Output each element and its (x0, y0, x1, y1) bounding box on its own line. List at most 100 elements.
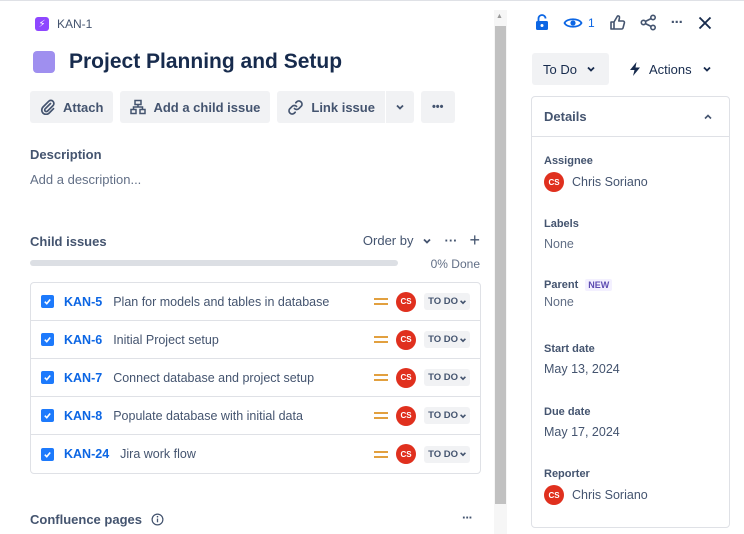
table-row[interactable]: KAN-5 Plan for models and tables in datab… (31, 283, 480, 321)
child-issue-summary[interactable]: Plan for models and tables in database (113, 295, 374, 309)
breadcrumb: ⚡ KAN-1 (35, 17, 92, 31)
more-options-button[interactable]: ··· (671, 14, 684, 31)
page-title[interactable]: Project Planning and Setup (69, 50, 342, 74)
issue-key-link[interactable]: KAN-1 (57, 17, 92, 31)
assignee-value[interactable]: CS Chris Soriano (544, 172, 648, 192)
confluence-label: Confluence pages (30, 512, 142, 527)
status-dropdown-button[interactable]: To Do (532, 53, 609, 85)
thumbs-up-icon[interactable] (609, 14, 626, 31)
start-date-field: Start date May 13, 2024 (544, 343, 620, 376)
child-issue-summary[interactable]: Jira work flow (120, 447, 374, 461)
assignee-name: Chris Soriano (572, 175, 648, 189)
progress-text: 0% Done (430, 257, 480, 271)
status-dropdown[interactable]: TO DO (424, 293, 470, 310)
parent-label: Parent (544, 279, 579, 291)
due-date-label: Due date (544, 406, 591, 418)
link-issue-dropdown-button[interactable] (385, 91, 414, 123)
due-date-field: Due date May 17, 2024 (544, 406, 620, 439)
details-heading: Details (544, 109, 587, 124)
avatar[interactable]: CS (396, 367, 417, 388)
order-by-button[interactable]: Order by (363, 233, 433, 248)
lock-icon[interactable] (535, 14, 549, 31)
child-issue-key[interactable]: KAN-6 (64, 333, 102, 347)
actions-dropdown-button[interactable]: Actions (628, 53, 712, 85)
actions-label: Actions (649, 61, 692, 77)
chevron-down-icon (460, 337, 466, 342)
attach-label: Attach (63, 99, 104, 115)
chevron-down-icon (460, 413, 466, 418)
avatar[interactable]: CS (396, 291, 417, 312)
scrollbar-thumb[interactable] (495, 26, 506, 504)
child-issue-summary[interactable]: Connect database and project setup (113, 371, 374, 385)
child-issue-key[interactable]: KAN-8 (64, 409, 102, 423)
child-issue-summary[interactable]: Initial Project setup (113, 333, 374, 347)
start-date-label: Start date (544, 343, 595, 355)
task-type-icon (41, 371, 54, 384)
new-badge: NEW (585, 279, 613, 291)
action-toolbar: Attach Add a child issue Link issue ••• (30, 91, 455, 123)
task-type-icon (41, 447, 54, 461)
status-dropdown[interactable]: TO DO (424, 331, 470, 348)
status-dropdown[interactable]: TO DO (424, 407, 470, 424)
start-date-value[interactable]: May 13, 2024 (544, 362, 620, 376)
parent-label-row: Parent NEW (544, 279, 613, 291)
priority-medium-icon (374, 295, 389, 308)
watch-button[interactable]: 1 (563, 15, 595, 31)
chevron-down-icon (587, 66, 595, 72)
parent-value[interactable]: None (544, 295, 612, 309)
link-issue-button[interactable]: Link issue (277, 91, 385, 123)
issue-type-icon (33, 51, 55, 73)
scrollbar[interactable]: ▲ (494, 10, 507, 534)
status-label: To Do (543, 61, 577, 77)
child-issue-key[interactable]: KAN-5 (64, 295, 102, 309)
child-issue-summary[interactable]: Populate database with initial data (113, 409, 374, 423)
child-issues-progress-bar (30, 260, 398, 266)
more-actions-button[interactable]: ••• (420, 91, 455, 123)
child-issue-key[interactable]: KAN-7 (64, 371, 102, 385)
chevron-down-icon (703, 66, 711, 72)
watch-count: 1 (588, 15, 595, 30)
details-panel: Details Assignee CS Chris Soriano Labels… (531, 96, 730, 528)
avatar[interactable]: CS (396, 329, 417, 350)
table-row[interactable]: KAN-24 Jira work flow CS TO DO (31, 435, 480, 473)
chevron-down-icon (460, 452, 466, 457)
add-child-issue-button[interactable]: Add a child issue (120, 91, 271, 123)
labels-value[interactable]: None (544, 237, 579, 251)
status-dropdown[interactable]: TO DO (424, 445, 470, 463)
reporter-value[interactable]: CS Chris Soriano (544, 485, 648, 505)
share-icon[interactable] (640, 14, 657, 31)
issue-main-panel: ⚡ KAN-1 Project Planning and Setup Attac… (30, 10, 482, 534)
table-row[interactable]: KAN-7 Connect database and project setup C… (31, 359, 480, 397)
chevron-down-icon (423, 238, 432, 244)
chevron-down-icon (396, 104, 404, 110)
avatar[interactable]: CS (396, 444, 417, 464)
confluence-heading: Confluence pages (30, 512, 164, 527)
labels-label: Labels (544, 218, 579, 230)
status-text: TO DO (428, 372, 458, 383)
priority-medium-icon (374, 371, 389, 384)
child-issues-more-button[interactable]: ··· (444, 233, 457, 248)
attach-button[interactable]: Attach (30, 91, 114, 123)
link-icon (288, 99, 304, 115)
details-header[interactable]: Details (532, 97, 729, 137)
info-icon[interactable] (151, 513, 164, 526)
add-child-label: Add a child issue (153, 99, 261, 115)
child-issue-key[interactable]: KAN-24 (64, 447, 109, 461)
table-row[interactable]: KAN-6 Initial Project setup CS TO DO (31, 321, 480, 359)
avatar[interactable]: CS (396, 405, 417, 426)
labels-field: Labels None (544, 218, 579, 251)
status-text: TO DO (428, 448, 458, 460)
add-child-plus-button[interactable]: + (469, 230, 480, 251)
confluence-more-button[interactable]: ··· (462, 510, 473, 525)
status-dropdown[interactable]: TO DO (424, 369, 470, 386)
chevron-up-icon (704, 113, 712, 119)
hierarchy-icon (130, 99, 147, 115)
reporter-label: Reporter (544, 468, 590, 480)
description-field[interactable]: Add a description... (30, 172, 141, 187)
table-row[interactable]: KAN-8 Populate database with initial data… (31, 397, 480, 435)
child-issues-heading: Child issues (30, 234, 107, 249)
close-icon[interactable] (697, 15, 713, 31)
due-date-value[interactable]: May 17, 2024 (544, 425, 620, 439)
scroll-up-icon[interactable]: ▲ (496, 13, 503, 20)
link-issue-split-button: Link issue (277, 91, 414, 123)
